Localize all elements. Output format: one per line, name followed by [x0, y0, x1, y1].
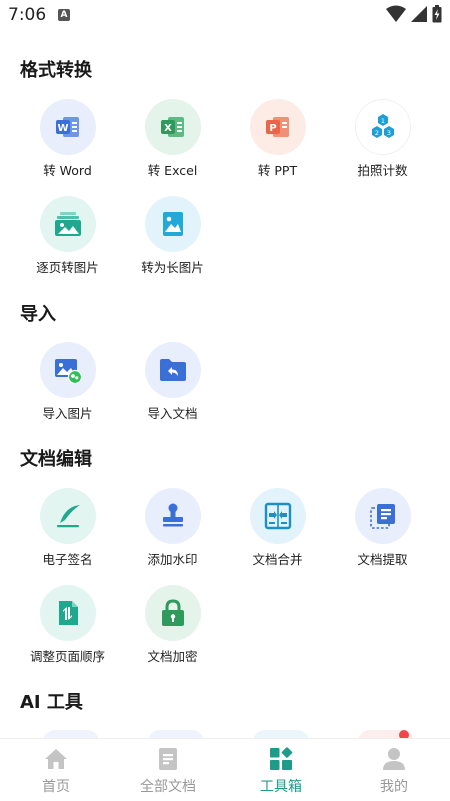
section-title-edit: 文档编辑: [20, 449, 92, 470]
ppt-icon: P: [265, 117, 289, 137]
tool-label: 调整页面顺序: [29, 649, 105, 664]
tool-import-documents[interactable]: 导入文档: [120, 342, 225, 434]
section-title-import: 导入: [20, 304, 56, 325]
tool-label: 逐页转图片: [36, 260, 99, 275]
tab-label: 工具箱: [260, 779, 302, 795]
photo-count-icon: 1 2 3: [371, 114, 394, 138]
section-title-format: 格式转换: [20, 60, 92, 81]
svg-text:W: W: [57, 123, 68, 134]
tool-reorder-pages[interactable]: 调整页面顺序: [15, 585, 120, 677]
tab-all-documents[interactable]: 全部文档: [112, 739, 224, 801]
new-badge-dot: [399, 730, 409, 738]
tab-label: 全部文档: [140, 779, 196, 795]
tool-to-excel[interactable]: X 转 Excel: [120, 99, 225, 191]
signature-pen-icon: [56, 505, 80, 528]
merge-icon-circle: [249, 488, 306, 544]
tool-label: 添加水印: [147, 552, 198, 567]
status-icons: [382, 5, 442, 25]
tool-label: 转为长图片: [141, 260, 204, 275]
section-title-ai: AI 工具: [20, 692, 83, 713]
tool-label: 文档提取: [357, 552, 408, 567]
tool-label: 文档加密: [147, 649, 198, 664]
document-icon: [159, 748, 177, 770]
tool-e-signature[interactable]: 电子签名: [15, 488, 120, 580]
long-image-icon-circle: [144, 196, 201, 252]
pages-images-icon-circle: [39, 196, 96, 252]
stamp-icon: [162, 503, 183, 527]
tool-to-word[interactable]: W 转 Word: [15, 99, 120, 191]
signature-icon-circle: [39, 488, 96, 544]
signal-icon: [411, 6, 427, 22]
tab-toolbox[interactable]: 工具箱: [225, 739, 337, 801]
tool-extract-documents[interactable]: 文档提取: [330, 488, 435, 580]
status-bar: 7:06 A: [0, 0, 450, 32]
tab-home[interactable]: 首页: [0, 739, 112, 801]
tool-encrypt-document[interactable]: 文档加密: [120, 585, 225, 677]
merge-icon: [264, 502, 291, 530]
tool-label: 导入图片: [42, 406, 93, 421]
ai-tool-1-icon[interactable]: [43, 730, 99, 738]
folder-import-icon: [159, 359, 186, 381]
tool-label: 转 Excel: [147, 163, 198, 178]
tools-scroll-area[interactable]: 格式转换 W 转 Word X 转 Excel P 转 PPT 1 2 3 拍照…: [0, 32, 450, 738]
tool-to-ppt[interactable]: P 转 PPT: [225, 99, 330, 191]
import-docs-icon-circle: [144, 342, 201, 398]
lock-icon: [161, 599, 184, 626]
tool-add-watermark[interactable]: 添加水印: [120, 488, 225, 580]
tool-label: 文档合并: [252, 552, 303, 567]
tool-import-images[interactable]: 导入图片: [15, 342, 120, 434]
bottom-tab-bar: 首页 全部文档 工具箱 我的: [0, 738, 450, 801]
tool-label: 拍照计数: [357, 163, 408, 178]
user-icon: [383, 748, 405, 770]
excel-icon-circle: X: [144, 99, 201, 155]
tool-label: 导入文档: [147, 406, 198, 421]
ai-tool-3-icon[interactable]: [253, 730, 309, 738]
import-images-icon-circle: [39, 342, 96, 398]
count-icon-circle: 1 2 3: [354, 99, 411, 155]
tool-label: 电子签名: [42, 552, 93, 567]
word-icon: W: [55, 117, 79, 137]
wifi-icon: [386, 5, 406, 22]
tool-merge-documents[interactable]: 文档合并: [225, 488, 330, 580]
long-image-icon: [162, 212, 183, 236]
reorder-pages-icon: [58, 601, 78, 625]
tool-photo-count[interactable]: 1 2 3 拍照计数: [330, 99, 435, 191]
tool-pages-to-images[interactable]: 逐页转图片: [15, 196, 120, 288]
home-icon: [45, 749, 67, 769]
tool-label: 转 PPT: [257, 163, 298, 178]
tab-profile[interactable]: 我的: [338, 739, 450, 801]
import-images-icon: [54, 359, 82, 384]
notification-badge-icon: A: [58, 9, 70, 21]
svg-text:2: 2: [374, 129, 378, 137]
reorder-icon-circle: [39, 585, 96, 641]
encrypt-icon-circle: [144, 585, 201, 641]
excel-icon: X: [160, 117, 184, 137]
status-time: 7:06: [8, 5, 47, 25]
svg-text:3: 3: [386, 129, 390, 137]
svg-text:X: X: [164, 123, 172, 134]
toolbox-icon: [270, 747, 293, 770]
word-icon-circle: W: [39, 99, 96, 155]
extract-icon-circle: [354, 488, 411, 544]
svg-text:1: 1: [380, 117, 384, 125]
ppt-icon-circle: P: [249, 99, 306, 155]
pages-to-images-icon: [54, 212, 81, 236]
battery-icon: [432, 5, 442, 23]
tab-label: 首页: [42, 779, 70, 795]
tab-label: 我的: [380, 779, 408, 795]
svg-text:P: P: [269, 123, 276, 134]
ai-tool-2-icon[interactable]: [148, 730, 204, 738]
extract-icon: [369, 504, 395, 529]
tool-label: 转 Word: [43, 163, 92, 178]
tool-to-long-image[interactable]: 转为长图片: [120, 196, 225, 288]
watermark-icon-circle: [144, 488, 201, 544]
